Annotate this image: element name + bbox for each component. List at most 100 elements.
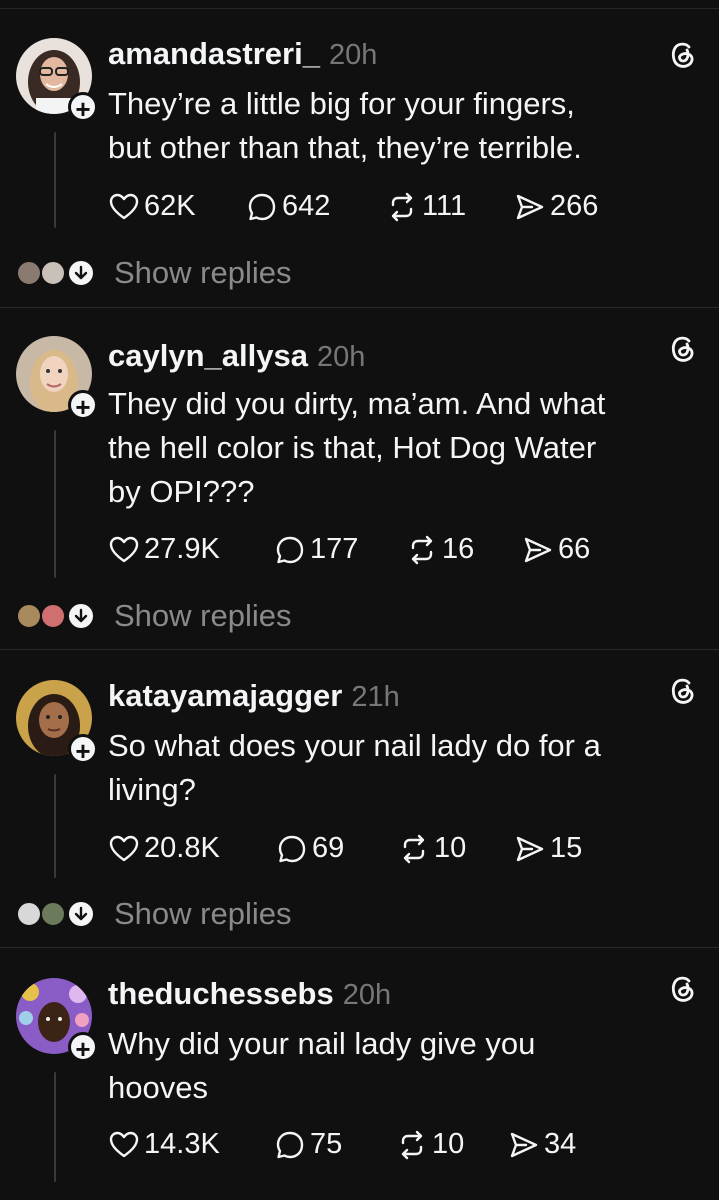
post-text-line: So what does your nail lady do for a <box>108 728 601 763</box>
like-button[interactable]: 14.3K <box>108 1128 274 1161</box>
repost-icon <box>401 1130 423 1159</box>
thread-post: + caylyn_allysa 20h They did you dirty, … <box>0 308 719 650</box>
comment-icon <box>276 1131 304 1158</box>
heart-icon <box>109 536 139 562</box>
reply-avatars <box>16 601 96 631</box>
timestamp: 20h <box>328 39 378 71</box>
comment-icon <box>276 536 304 563</box>
show-replies-link[interactable]: Show replies <box>114 598 291 634</box>
username[interactable]: caylyn_allysa <box>108 338 308 374</box>
username[interactable]: amandastreri_ <box>108 36 320 72</box>
timestamp: 21h <box>351 681 400 713</box>
follow-plus-icon[interactable]: + <box>68 734 98 765</box>
arrow-down-icon <box>66 899 96 929</box>
post-text-line: They’re a little big for your fingers, <box>108 86 575 121</box>
username[interactable]: theduchessebs <box>108 976 334 1012</box>
post-text-line: the hell color is that, Hot Dog Water <box>108 430 597 465</box>
post-text: They did you dirty, ma’am. And what the … <box>108 382 698 514</box>
repost-button[interactable]: 111 <box>386 190 514 223</box>
thread-line <box>54 774 56 878</box>
avatar[interactable]: + <box>16 978 98 1063</box>
reply-avatars <box>16 899 96 929</box>
threads-logo-icon[interactable] <box>665 674 699 708</box>
post-text: Why did your nail lady give you hooves <box>108 1022 698 1110</box>
comment-icon <box>248 193 276 220</box>
show-replies-row[interactable]: Show replies <box>16 255 291 291</box>
show-replies-link[interactable]: Show replies <box>114 255 291 291</box>
comment-button[interactable]: 75 <box>274 1128 396 1161</box>
comment-count: 69 <box>312 832 345 864</box>
share-button[interactable]: 15 <box>514 832 582 865</box>
like-count: 27.9K <box>144 533 220 565</box>
show-replies-row[interactable]: Show replies <box>16 598 291 634</box>
follow-plus-icon[interactable]: + <box>68 92 98 123</box>
comment-button[interactable]: 177 <box>274 533 406 566</box>
like-count: 62K <box>144 190 196 222</box>
repost-count: 10 <box>434 832 467 864</box>
share-count: 266 <box>550 190 599 222</box>
like-button[interactable]: 20.8K <box>108 832 276 865</box>
post-text: So what does your nail lady do for a liv… <box>108 724 698 812</box>
like-button[interactable]: 27.9K <box>108 533 274 566</box>
show-replies-row[interactable]: Show replies <box>16 896 291 932</box>
repost-icon <box>411 535 433 564</box>
post-text-line: hooves <box>108 1070 208 1105</box>
post-text: They’re a little big for your fingers, b… <box>108 82 698 170</box>
share-button[interactable]: 34 <box>508 1128 576 1161</box>
timestamp: 20h <box>316 341 366 373</box>
threads-logo-icon[interactable] <box>665 972 699 1006</box>
send-icon <box>524 537 552 562</box>
like-button[interactable]: 62K <box>108 190 246 223</box>
share-count: 66 <box>558 533 591 565</box>
share-button[interactable]: 66 <box>522 533 590 566</box>
repost-icon <box>391 192 413 221</box>
share-count: 34 <box>544 1128 577 1160</box>
like-count: 14.3K <box>144 1128 220 1160</box>
share-button[interactable]: 266 <box>514 190 598 223</box>
arrow-down-icon <box>66 601 96 631</box>
username[interactable]: katayamajagger <box>108 678 342 714</box>
share-count: 15 <box>550 832 583 864</box>
repost-count: 111 <box>422 190 467 222</box>
timestamp: 20h <box>342 979 392 1011</box>
repost-count: 10 <box>432 1128 465 1160</box>
avatar[interactable]: + <box>16 680 98 765</box>
send-icon <box>516 836 544 861</box>
repost-count: 16 <box>442 533 475 565</box>
thread-post: + amandastreri_ 20h They’re a little big… <box>0 0 719 308</box>
thread-line <box>54 430 56 578</box>
follow-plus-icon[interactable]: + <box>68 390 98 421</box>
repost-icon <box>403 834 425 863</box>
repost-button[interactable]: 10 <box>396 1128 508 1161</box>
post-text-line: but other than that, they’re terrible. <box>108 130 582 165</box>
thread-post: + katayamajagger 21h So what does your n… <box>0 650 719 948</box>
avatar[interactable]: + <box>16 38 98 123</box>
post-text-line: They did you dirty, ma’am. And what <box>108 386 606 421</box>
comment-button[interactable]: 69 <box>276 832 398 865</box>
post-text-line: living? <box>108 772 196 807</box>
thread-line <box>54 1072 56 1182</box>
heart-icon <box>109 1131 139 1157</box>
follow-plus-icon[interactable]: + <box>68 1032 98 1063</box>
post-text-line: by OPI??? <box>108 474 255 509</box>
comment-button[interactable]: 642 <box>246 190 386 223</box>
heart-icon <box>109 193 139 219</box>
thread-post: + theduchessebs 20h Why did your nail la… <box>0 948 719 1200</box>
comment-count: 177 <box>310 533 359 565</box>
reply-avatars <box>16 258 96 288</box>
threads-logo-icon[interactable] <box>665 332 699 366</box>
like-count: 20.8K <box>144 832 220 864</box>
repost-button[interactable]: 10 <box>398 832 514 865</box>
heart-icon <box>109 835 139 861</box>
avatar[interactable]: + <box>16 336 98 421</box>
arrow-down-icon <box>66 258 96 288</box>
comment-icon <box>278 835 306 862</box>
post-text-line: Why did your nail lady give you <box>108 1026 536 1061</box>
threads-logo-icon[interactable] <box>665 38 699 72</box>
comment-count: 642 <box>282 190 331 222</box>
send-icon <box>516 194 544 219</box>
send-icon <box>510 1132 538 1157</box>
show-replies-link[interactable]: Show replies <box>114 896 291 932</box>
repost-button[interactable]: 16 <box>406 533 522 566</box>
comment-count: 75 <box>310 1128 343 1160</box>
